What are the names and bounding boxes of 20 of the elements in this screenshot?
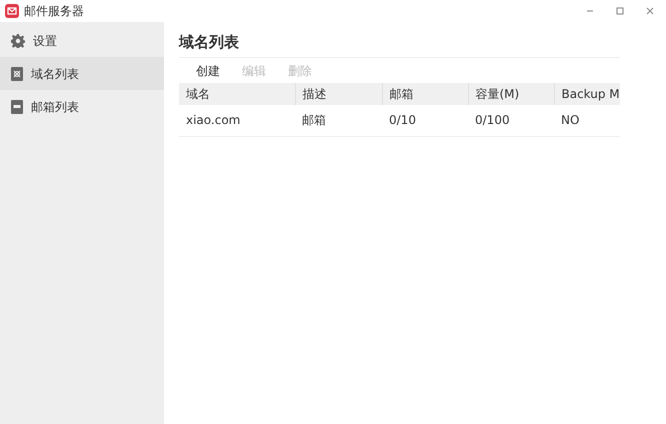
sidebar-item[interactable]: 域名列表 bbox=[0, 57, 164, 90]
gear-icon bbox=[11, 34, 25, 48]
toolbar-button[interactable]: 创建 bbox=[196, 62, 220, 80]
app-logo-icon bbox=[5, 4, 19, 18]
page-title: 域名列表 bbox=[179, 32, 240, 53]
sidebar-item[interactable]: 设置 bbox=[0, 24, 164, 57]
close-icon[interactable] bbox=[646, 7, 654, 15]
column-header[interactable]: Backup M bbox=[554, 83, 620, 105]
window-title: 邮件服务器 bbox=[24, 3, 84, 20]
maximize-icon[interactable] bbox=[616, 7, 624, 15]
column-header[interactable]: 域名 bbox=[179, 83, 295, 105]
column-header[interactable]: 描述 bbox=[295, 83, 382, 105]
table-cell: xiao.com bbox=[179, 105, 295, 136]
column-header[interactable]: 容量(M) bbox=[468, 83, 554, 105]
column-header[interactable]: 邮箱 bbox=[382, 83, 468, 105]
table-cell: 0/10 bbox=[382, 105, 468, 136]
sidebar-item[interactable]: 邮箱列表 bbox=[0, 90, 164, 123]
table-cell: 0/100 bbox=[468, 105, 554, 136]
table-cell: 邮箱 bbox=[295, 105, 382, 136]
table-cell: NO bbox=[554, 105, 620, 136]
